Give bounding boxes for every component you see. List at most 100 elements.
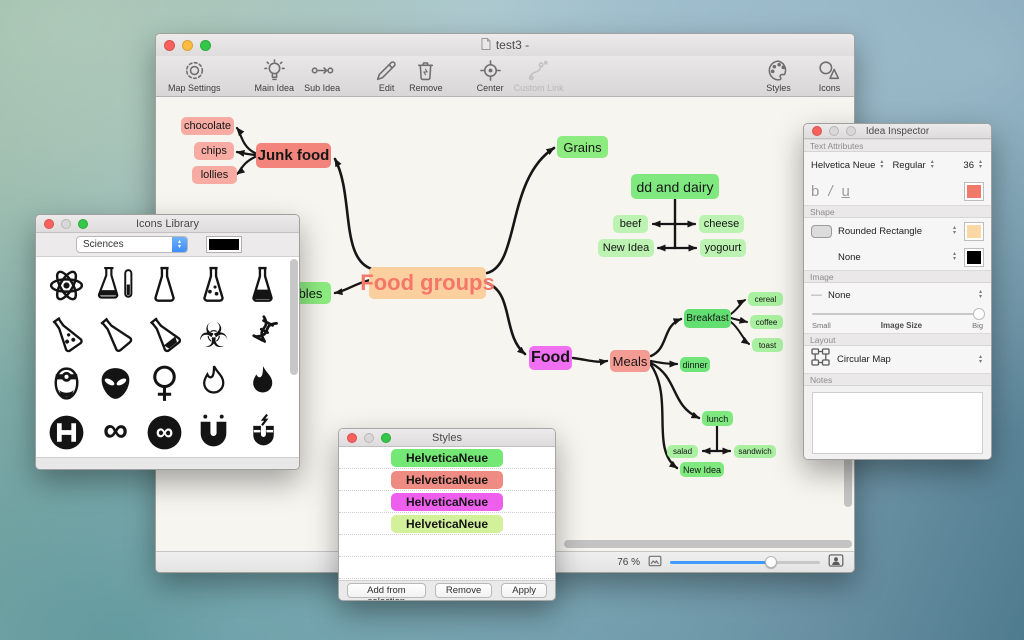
shape-stepper[interactable]: ▴▾: [951, 226, 958, 236]
style-row-empty[interactable]: [339, 535, 555, 557]
zoom-button[interactable]: [78, 219, 88, 229]
close-button[interactable]: [44, 219, 54, 229]
add-from-selection-button[interactable]: Add from selection: [347, 583, 426, 598]
infinity-icon[interactable]: ∞: [91, 408, 140, 457]
flask-filled-icon[interactable]: [238, 261, 287, 310]
notes-input[interactable]: [812, 392, 983, 454]
style-row-empty[interactable]: [339, 557, 555, 579]
layout-stepper[interactable]: ▴▾: [977, 355, 984, 365]
mindmap-node-chips[interactable]: chips: [194, 142, 234, 160]
mindmap-node-cereal[interactable]: cereal: [748, 292, 783, 306]
font-style-stepper[interactable]: ▴▾: [929, 160, 936, 170]
toolbar-button-styles[interactable]: Styles: [766, 58, 791, 93]
image-stepper[interactable]: ▴▾: [977, 290, 984, 300]
italic-button[interactable]: /: [828, 183, 832, 200]
font-size-stepper[interactable]: ▴▾: [977, 160, 984, 170]
mindmap-node-sandwich[interactable]: sandwich: [734, 445, 776, 458]
toolbar-button-main-idea[interactable]: Main Idea: [255, 58, 295, 93]
style-row[interactable]: HelveticaNeue: [339, 491, 555, 513]
border-select[interactable]: None: [838, 252, 861, 263]
mindmap-node-coffee[interactable]: coffee: [750, 315, 783, 329]
zoom-slider-thumb[interactable]: [765, 556, 777, 568]
flask-tilt-dots-icon[interactable]: [42, 310, 91, 359]
zoom-slider[interactable]: [670, 561, 820, 564]
fit-page-icon[interactable]: [648, 554, 662, 572]
toolbar-button-icons[interactable]: Icons: [817, 58, 842, 93]
mindmap-node-breakfast[interactable]: Breakfast: [684, 309, 731, 328]
mindmap-node-chocolate[interactable]: chocolate: [181, 117, 234, 135]
minimize-button[interactable]: [829, 126, 839, 136]
apply-button[interactable]: Apply: [501, 583, 547, 598]
biohazard-icon[interactable]: ☣: [189, 310, 238, 359]
mindmap-node-food-groups[interactable]: Food groups: [369, 267, 486, 299]
mindmap-node-new-idea-meals[interactable]: New Idea: [680, 462, 724, 477]
venus-icon[interactable]: [140, 359, 189, 408]
mindmap-node-grains[interactable]: Grains: [557, 136, 608, 158]
dna-icon[interactable]: [238, 310, 287, 359]
close-button[interactable]: [164, 40, 175, 51]
mindmap-node-lunch[interactable]: lunch: [702, 411, 733, 426]
flame-outline-icon[interactable]: [189, 359, 238, 408]
flask-tube-icon[interactable]: [91, 261, 140, 310]
mindmap-node-yogourt[interactable]: yogourt: [700, 239, 746, 257]
toolbar-button-map-settings[interactable]: Map Settings: [168, 58, 221, 93]
mindmap-node-dinner[interactable]: dinner: [680, 357, 710, 372]
flask-empty-icon[interactable]: [140, 261, 189, 310]
h-circle-icon[interactable]: [42, 408, 91, 457]
mindmap-node-food[interactable]: Food: [529, 346, 572, 370]
flask-tilt-empty-icon[interactable]: [91, 310, 140, 359]
border-color-well[interactable]: [964, 248, 984, 267]
toolbar-button-edit[interactable]: Edit: [374, 58, 399, 93]
font-name-select[interactable]: Helvetica Neue: [811, 160, 875, 171]
mindmap-node-lollies[interactable]: lollies: [192, 166, 237, 184]
close-button[interactable]: [347, 433, 357, 443]
remove-button[interactable]: Remove: [435, 583, 492, 598]
styles-titlebar[interactable]: Styles: [339, 429, 555, 447]
cyclops-icon[interactable]: [42, 359, 91, 408]
mindmap-node-junk-food[interactable]: Junk food: [256, 143, 331, 168]
image-size-slider[interactable]: [804, 307, 991, 321]
font-style-select[interactable]: Regular: [892, 160, 925, 171]
toolbar-button-sub-idea[interactable]: Sub Idea: [304, 58, 340, 93]
text-color-well[interactable]: [964, 182, 984, 201]
magnet-dots-icon[interactable]: [189, 408, 238, 457]
image-select[interactable]: None: [828, 290, 851, 301]
icons-titlebar[interactable]: Icons Library: [36, 215, 299, 233]
mindmap-node-dd-and-dairy[interactable]: dd and dairy: [631, 174, 719, 199]
layout-select[interactable]: Circular Map: [837, 354, 891, 365]
zoom-button[interactable]: [381, 433, 391, 443]
flame-filled-icon[interactable]: [238, 359, 287, 408]
underline-button[interactable]: u: [842, 183, 850, 200]
icon-grid-scrollbar[interactable]: [290, 259, 298, 375]
font-size-value[interactable]: 36: [963, 160, 974, 171]
shape-select[interactable]: Rounded Rectangle: [838, 226, 922, 237]
zoom-button[interactable]: [200, 40, 211, 51]
minimize-button[interactable]: [61, 219, 71, 229]
flask-dots-icon[interactable]: [189, 261, 238, 310]
image-size-thumb[interactable]: [973, 308, 985, 320]
mindmap-node-new-idea-dairy[interactable]: New Idea: [598, 239, 654, 257]
inspector-titlebar[interactable]: Idea Inspector: [804, 124, 991, 139]
category-select[interactable]: Sciences ▴▾: [76, 236, 188, 253]
style-row[interactable]: HelveticaNeue: [339, 447, 555, 469]
infinity-circle-icon[interactable]: ∞: [140, 408, 189, 457]
font-name-stepper[interactable]: ▴▾: [878, 160, 885, 170]
icon-color-well[interactable]: [206, 236, 242, 253]
mindmap-node-cheese[interactable]: cheese: [699, 215, 744, 233]
mindmap-node-beef[interactable]: beef: [613, 215, 648, 233]
atom-icon[interactable]: [42, 261, 91, 310]
flask-tilt-filled-icon[interactable]: [140, 310, 189, 359]
mindmap-node-salad[interactable]: salad: [667, 445, 698, 458]
toolbar-button-center[interactable]: Center: [477, 58, 504, 93]
style-row[interactable]: HelveticaNeue: [339, 469, 555, 491]
style-row[interactable]: HelveticaNeue: [339, 513, 555, 535]
close-button[interactable]: [812, 126, 822, 136]
canvas-horizontal-scrollbar[interactable]: [564, 540, 852, 548]
presentation-icon[interactable]: [828, 554, 844, 572]
toolbar-button-remove[interactable]: Remove: [409, 58, 443, 93]
mindmap-node-toast[interactable]: toast: [752, 338, 783, 352]
magnet-bolt-icon[interactable]: [238, 408, 287, 457]
main-titlebar[interactable]: test3 -: [156, 34, 854, 56]
alien-icon[interactable]: [91, 359, 140, 408]
shape-fill-well[interactable]: [964, 222, 984, 241]
